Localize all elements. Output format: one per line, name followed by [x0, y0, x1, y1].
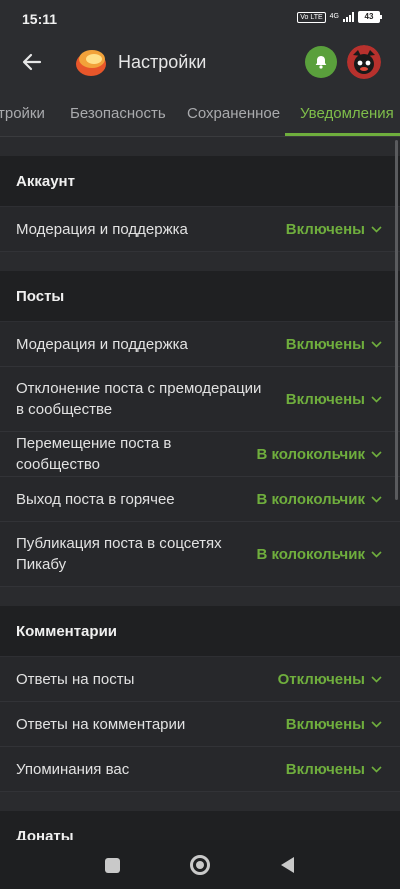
setting-row[interactable]: Упоминания вас Включены	[0, 747, 400, 792]
signal-icon	[343, 12, 354, 22]
setting-label: Выход поста в горячее	[16, 490, 175, 508]
avatar-image	[347, 45, 381, 79]
chevron-down-icon	[371, 495, 382, 503]
setting-row[interactable]: Ответы на комментарии Включены	[0, 702, 400, 747]
battery-icon: 43	[358, 11, 382, 23]
setting-label: Ответы на комментарии	[16, 715, 186, 733]
section-spacer	[0, 792, 400, 811]
setting-dropdown[interactable]: В колокольчик	[256, 491, 382, 508]
app-header: Настройки	[0, 38, 400, 88]
chevron-down-icon	[371, 550, 382, 558]
network-type: 4G	[329, 13, 339, 20]
setting-value: В колокольчик	[256, 545, 365, 563]
pikabu-logo-icon[interactable]	[74, 46, 108, 78]
setting-value: Отключены	[277, 670, 365, 688]
setting-dropdown[interactable]: В колокольчик	[256, 546, 382, 563]
section-header-donations: Донаты	[0, 811, 400, 840]
setting-value: Включены	[285, 390, 365, 408]
setting-value: Включены	[285, 220, 365, 238]
section-header-comments: Комментарии	[0, 606, 400, 657]
setting-row[interactable]: Отклонение поста с премодерации в сообще…	[0, 367, 400, 432]
settings-tabs: тройки Безопасность Сохраненное Уведомле…	[0, 88, 400, 137]
setting-value: Включены	[285, 335, 365, 353]
tab-saved[interactable]: Сохраненное	[187, 105, 280, 122]
tab-settings[interactable]: тройки	[0, 105, 45, 122]
setting-dropdown[interactable]: Включены	[286, 761, 382, 778]
page-title: Настройки	[118, 52, 207, 72]
setting-dropdown[interactable]: В колокольчик	[256, 446, 382, 463]
section-spacer	[0, 252, 400, 271]
setting-label: Модерация и поддержка	[16, 220, 188, 238]
setting-row[interactable]: Публикация поста в соцсетях Пикабу В кол…	[0, 522, 400, 587]
system-nav-bar	[0, 840, 400, 889]
chevron-down-icon	[371, 765, 382, 773]
chevron-down-icon	[371, 450, 382, 458]
setting-value: Включены	[285, 760, 365, 778]
back-triangle-icon[interactable]	[281, 857, 294, 873]
setting-label: Упоминания вас	[16, 760, 130, 778]
bell-icon	[315, 56, 327, 69]
chevron-down-icon	[371, 395, 382, 403]
section-header-posts: Посты	[0, 271, 400, 322]
tab-notifications[interactable]: Уведомления	[300, 105, 394, 122]
home-icon[interactable]	[190, 855, 210, 875]
notifications-button[interactable]	[305, 46, 337, 78]
setting-value: В колокольчик	[256, 445, 365, 463]
user-avatar[interactable]	[347, 45, 381, 79]
status-bar: 15:11 Vo LTE 4G 43	[0, 0, 400, 38]
status-time: 15:11	[22, 11, 58, 27]
setting-row[interactable]: Перемещение поста в сообщество В колокол…	[0, 432, 400, 477]
setting-dropdown[interactable]: Отключены	[278, 671, 382, 688]
setting-label: Модерация и поддержка	[16, 335, 188, 353]
section-header-account: Аккаунт	[0, 156, 400, 207]
setting-label: Отклонение поста с премодерации в сообще…	[16, 380, 262, 418]
setting-value: В колокольчик	[256, 490, 365, 508]
tab-security[interactable]: Безопасность	[70, 105, 166, 122]
setting-label: Перемещение поста в сообщество	[16, 435, 172, 473]
chevron-down-icon	[371, 340, 382, 348]
chevron-down-icon	[371, 675, 382, 683]
scrollbar[interactable]	[395, 140, 398, 500]
notification-settings-list: Аккаунт Модерация и поддержка Включены П…	[0, 137, 400, 840]
setting-dropdown[interactable]: Включены	[286, 221, 382, 238]
setting-label: Ответы на посты	[16, 670, 135, 688]
setting-row[interactable]: Модерация и поддержка Включены	[0, 322, 400, 367]
setting-row[interactable]: Модерация и поддержка Включены	[0, 207, 400, 252]
section-spacer	[0, 587, 400, 606]
chevron-down-icon	[371, 720, 382, 728]
setting-value: Включены	[285, 715, 365, 733]
section-spacer	[0, 137, 400, 156]
recent-apps-icon[interactable]	[105, 858, 120, 873]
status-icons: Vo LTE 4G 43	[297, 11, 382, 23]
setting-label: Публикация поста в соцсетях Пикабу	[16, 535, 222, 573]
setting-dropdown[interactable]: Включены	[286, 716, 382, 733]
setting-dropdown[interactable]: Включены	[286, 391, 382, 408]
setting-row[interactable]: Ответы на посты Отключены	[0, 657, 400, 702]
setting-dropdown[interactable]: Включены	[286, 336, 382, 353]
arrow-left-icon[interactable]	[20, 50, 44, 74]
setting-row[interactable]: Выход поста в горячее В колокольчик	[0, 477, 400, 522]
chevron-down-icon	[371, 225, 382, 233]
volte-badge: Vo LTE	[297, 11, 326, 23]
active-tab-indicator	[285, 133, 400, 136]
